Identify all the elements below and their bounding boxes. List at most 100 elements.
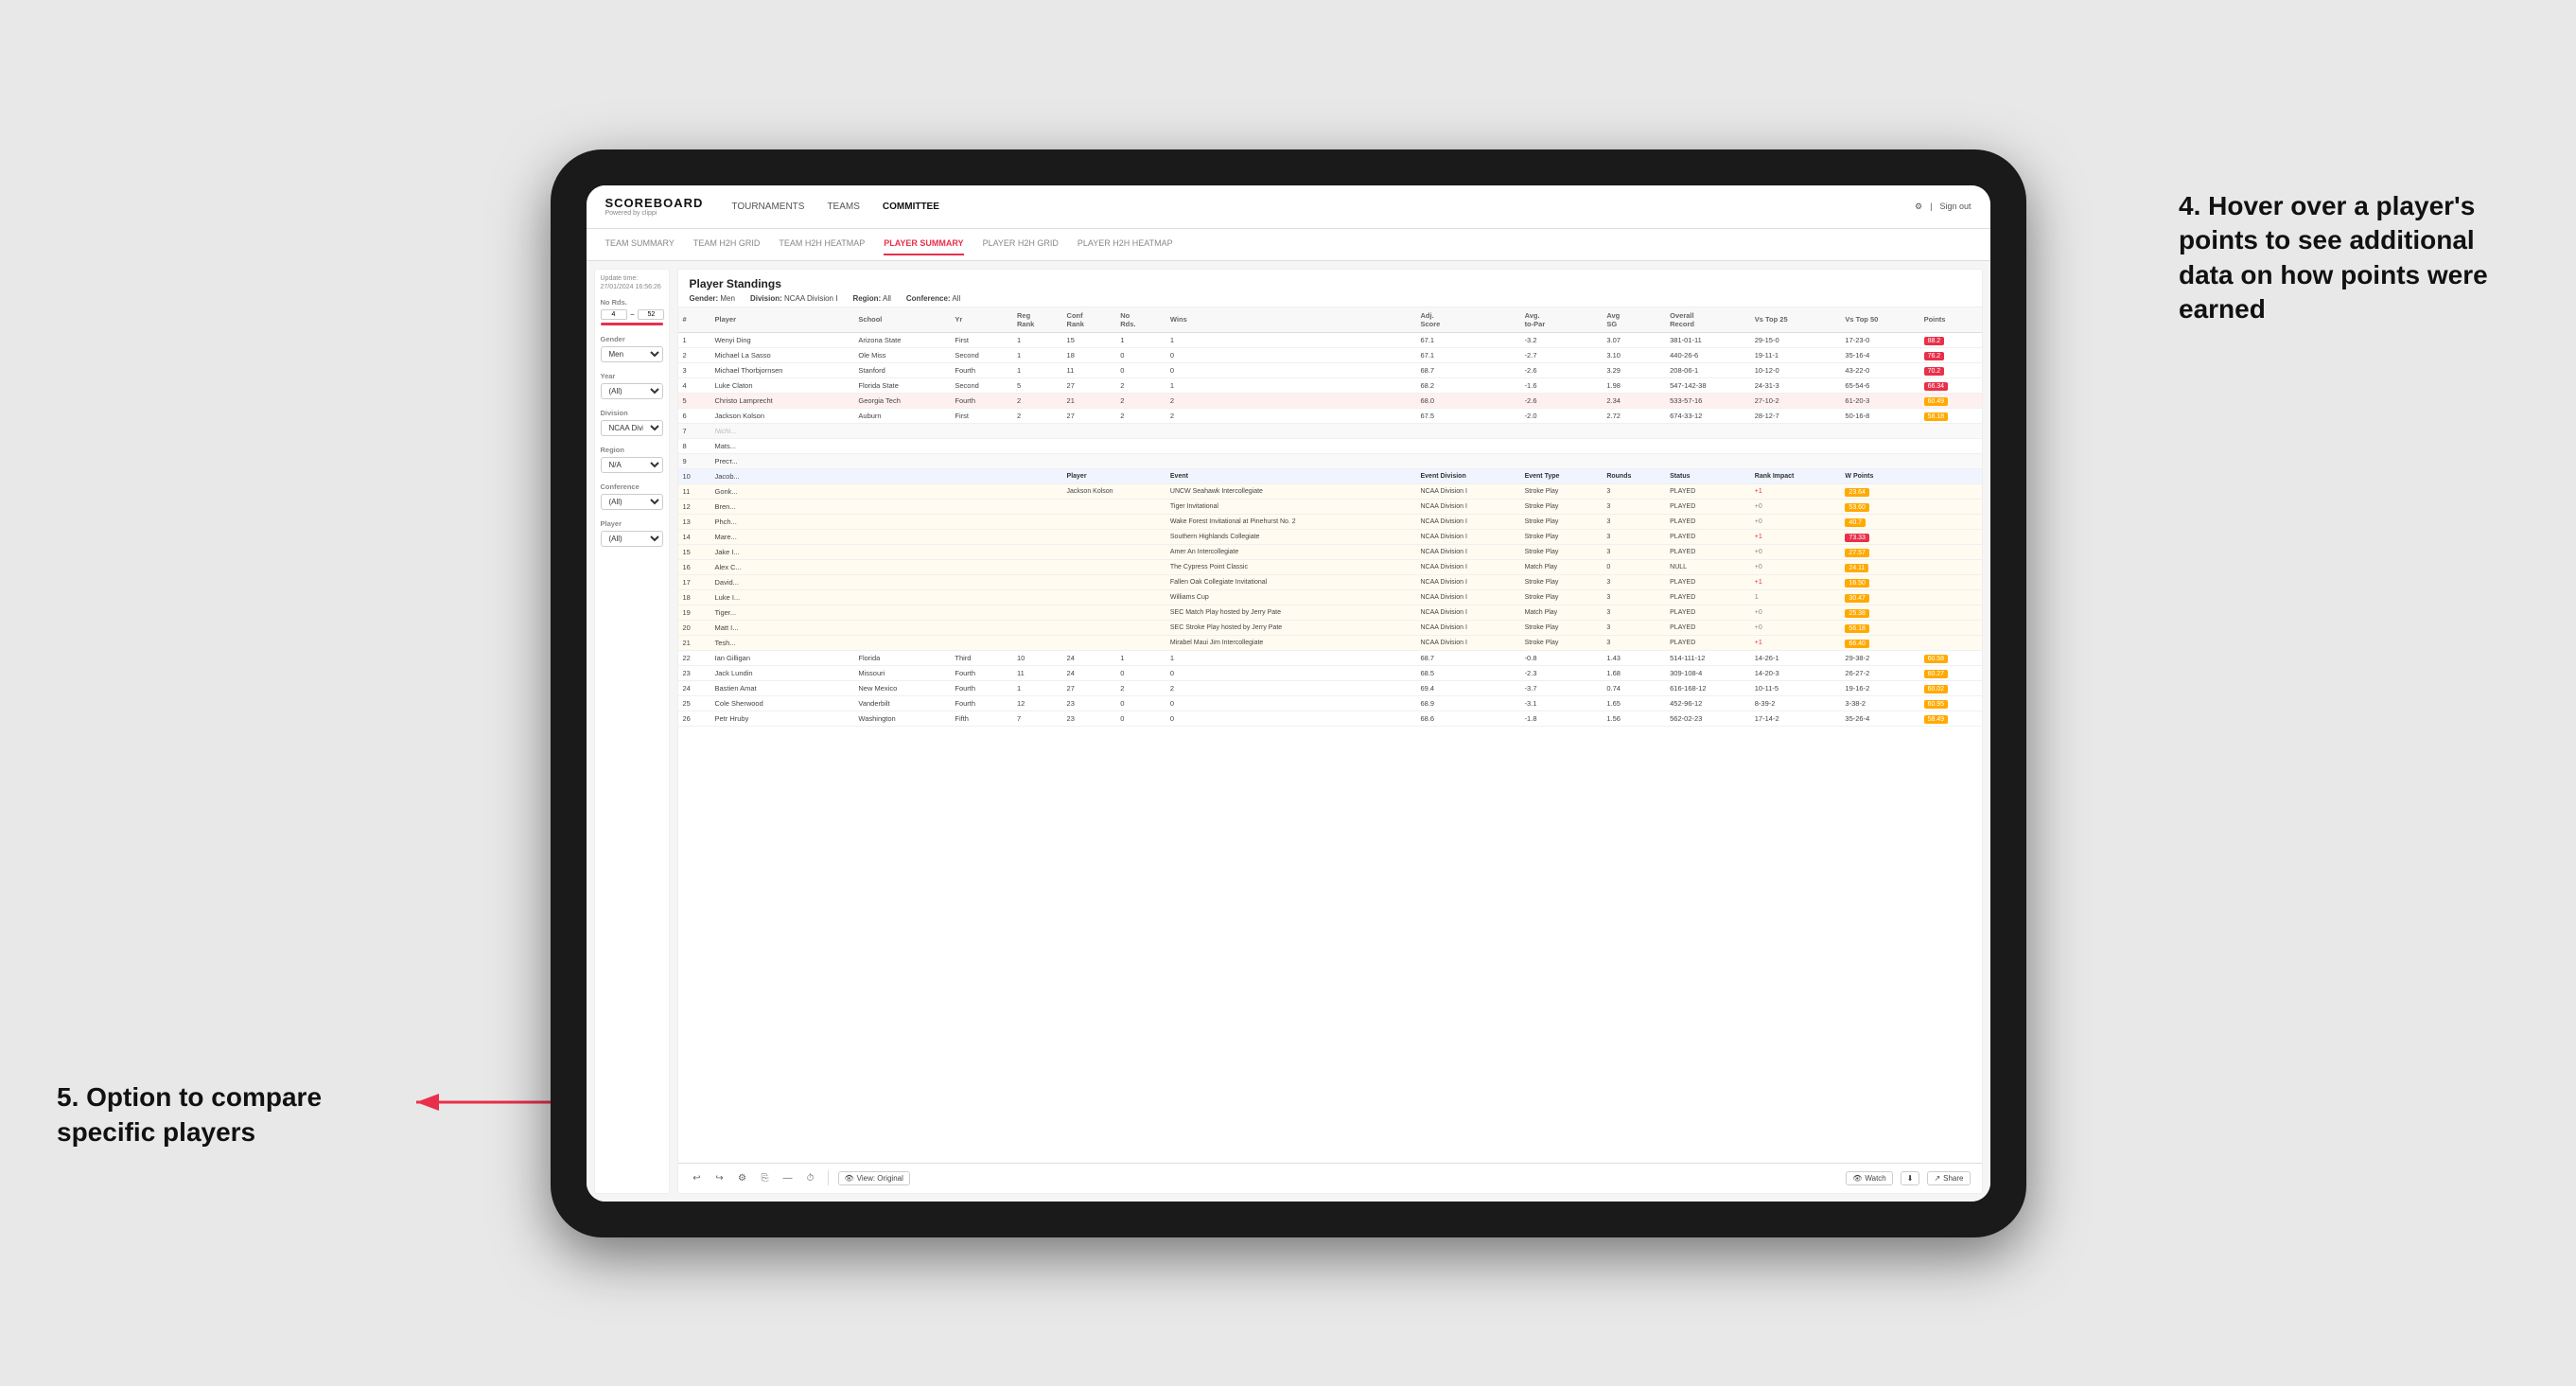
nav-links: TOURNAMENTS TEAMS COMMITTEE [731,198,939,216]
conference-filter: Conference: All [906,294,960,303]
annotation-left: 5. Option to compare specific players [57,1080,359,1149]
watch-button[interactable]: 👁 Watch [1846,1171,1893,1185]
sub-nav-team-h2h-heatmap[interactable]: TEAM H2H HEATMAP [779,233,865,255]
conference-select[interactable]: (All) [601,494,663,510]
table-row: 23 Jack Lundin Missouri Fourth 11 24 0 0 [678,665,1982,680]
col-player: Player [710,307,853,333]
col-to-par: Avg.to-Par [1520,307,1603,333]
players-table: # Player School Yr RegRank ConfRank NoRd… [678,307,1982,727]
points-badge-1[interactable]: 88.2 [1924,337,1945,345]
tooltip-data-row: 18 Luke I... Williams Cup NCAA Division … [678,589,1982,605]
tooltip-data-row: 19 Tiger... SEC Match Play hosted by Jer… [678,605,1982,620]
filter-row: Gender: Men Division: NCAA Division I Re… [690,294,1971,303]
points-badge-3[interactable]: 70.2 [1924,367,1945,376]
col-yr: Yr [950,307,1012,333]
points-badge-23[interactable]: 60.27 [1924,670,1949,678]
no-rds-max-input[interactable] [638,309,664,320]
table-row: 3 Michael Thorbjornsen Stanford Fourth 1… [678,362,1982,377]
conference-label: Conference [601,482,663,491]
region-section: Region N/A [601,446,663,473]
division-select[interactable]: NCAA Division I [601,420,663,436]
sign-out-link[interactable]: Sign out [1939,202,1971,211]
points-badge-4[interactable]: 66.34 [1924,382,1949,391]
nav-link-teams[interactable]: TEAMS [827,198,859,216]
separator: | [1930,202,1932,211]
points-badge-22[interactable]: 60.58 [1924,655,1949,663]
sub-nav-team-summary[interactable]: TEAM SUMMARY [605,233,675,255]
gender-filter: Gender: Men [690,294,735,303]
standings-header: Player Standings Gender: Men Division: N… [678,270,1982,307]
division-section: Division NCAA Division I [601,409,663,436]
conference-section: Conference (All) [601,482,663,510]
table-row: 2 Michael La Sasso Ole Miss Second 1 18 … [678,347,1982,362]
settings-icon[interactable]: ⚙ [1915,202,1922,212]
copy-icon[interactable]: ⎘ [758,1170,773,1185]
tooltip-data-row: 21 Tesh... Mirabel Maui Jim Intercollegi… [678,635,1982,650]
gender-section: Gender Men Women [601,335,663,362]
division-label: Division [601,409,663,417]
update-time: 27/01/2024 16:56:26 [601,284,663,290]
share-button[interactable]: ↗ Share [1927,1171,1970,1185]
watch-icon: 👁 [1852,1174,1862,1183]
year-label: Year [601,372,663,380]
redo-icon[interactable]: ↪ [712,1170,727,1185]
no-rds-label: No Rds. [601,298,663,307]
points-badge-2[interactable]: 76.2 [1924,352,1945,360]
settings-icon[interactable]: ⚙ [735,1170,750,1185]
points-badge-26[interactable]: 58.49 [1924,715,1949,724]
region-filter: Region: All [852,294,890,303]
col-num: # [678,307,710,333]
sub-nav-player-summary[interactable]: PLAYER SUMMARY [884,233,963,255]
col-no-rds: NoRds. [1115,307,1165,333]
no-rds-slider[interactable] [601,323,663,325]
points-badge-6[interactable]: 58.18 [1924,412,1949,421]
col-reg-rank: RegRank [1012,307,1062,333]
player-select[interactable]: (All) [601,531,663,547]
clock-icon[interactable]: ⏱ [803,1170,818,1185]
page-background: 4. Hover over a player's points to see a… [0,0,2576,1386]
points-badge-25[interactable]: 60.95 [1924,700,1949,709]
year-select[interactable]: (All) [601,383,663,399]
logo: SCOREBOARD Powered by clippi [605,196,704,217]
table-row: 25 Cole Sherwood Vanderbilt Fourth 12 23… [678,695,1982,711]
no-rds-range: – [601,309,663,320]
sub-nav-player-h2h-grid[interactable]: PLAYER H2H GRID [983,233,1059,255]
table-row: 26 Petr Hruby Washington Fifth 7 23 0 0 [678,711,1982,726]
tooltip-data-row: 14 Mare... Southern Highlands Collegiate… [678,529,1982,544]
table-container: # Player School Yr RegRank ConfRank NoRd… [678,307,1982,1163]
no-rds-section: No Rds. – [601,298,663,325]
tooltip-data-row: 17 David... Fallen Oak Collegiate Invita… [678,574,1982,589]
sub-nav: TEAM SUMMARY TEAM H2H GRID TEAM H2H HEAT… [587,229,1990,261]
col-avg-sg: AvgSG [1602,307,1665,333]
table-row: 9 Prест... [678,453,1982,468]
sub-nav-player-h2h-heatmap[interactable]: PLAYER H2H HEATMAP [1078,233,1173,255]
gender-select[interactable]: Men Women [601,346,663,362]
tooltip-data-row: 15 Jake I... Amer An Intercollegiate NCA… [678,544,1982,559]
download-button[interactable]: ⬇ [1901,1171,1920,1185]
annotation-right: 4. Hover over a player's points to see a… [2179,189,2519,327]
table-row: 24 Bastien Amat New Mexico Fourth 1 27 2… [678,680,1982,695]
nav-link-tournaments[interactable]: TOURNAMENTS [731,198,804,216]
bottom-toolbar: ↩ ↪ ⚙ ⎘ — ⏱ 👁 View: Original [678,1163,1982,1193]
year-section: Year (All) [601,372,663,399]
table-header-row: # Player School Yr RegRank ConfRank NoRd… [678,307,1982,333]
tooltip-data-row: 20 Matt I... SEC Stroke Play hosted by J… [678,620,1982,635]
points-badge-24[interactable]: 60.02 [1924,685,1949,693]
share-icon: ↗ [1934,1174,1940,1183]
undo-icon[interactable]: ↩ [690,1170,705,1185]
update-time-label: Update time: [601,275,663,282]
col-vs50: Vs Top 50 [1840,307,1919,333]
view-original-button[interactable]: 👁 View: Original [838,1171,910,1185]
dash-icon[interactable]: — [780,1170,796,1185]
region-select[interactable]: N/A [601,457,663,473]
tooltip-data-row: 11 Gonk... Jackson Kolson UNCW Seahawk I… [678,483,1982,499]
col-wins: Wins [1165,307,1416,333]
nav-link-committee[interactable]: COMMITTEE [883,198,939,216]
sub-nav-team-h2h-grid[interactable]: TEAM H2H GRID [693,233,761,255]
col-points: Points [1919,307,1982,333]
player-label: Player [601,519,663,528]
points-badge-5[interactable]: 60.49 [1924,397,1949,406]
nav-right: ⚙ | Sign out [1915,202,1971,212]
no-rds-min-input[interactable] [601,309,627,320]
region-label: Region [601,446,663,454]
